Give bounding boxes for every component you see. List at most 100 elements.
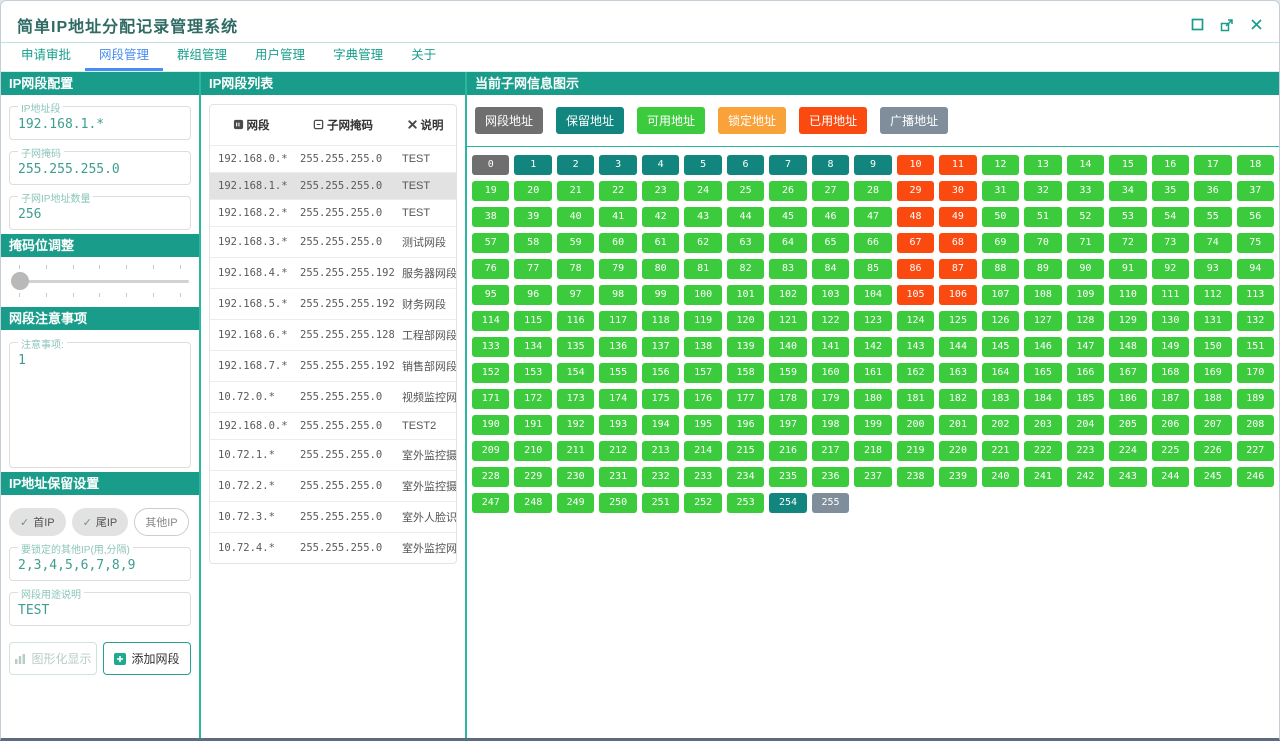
ip-cell-available[interactable]: 89 bbox=[1024, 259, 1061, 279]
ip-cell-available[interactable]: 178 bbox=[769, 389, 806, 409]
ip-cell-available[interactable]: 151 bbox=[1237, 337, 1274, 357]
config-field[interactable]: 子网掩码255.255.255.0 bbox=[9, 151, 191, 185]
ip-cell-available[interactable]: 225 bbox=[1152, 441, 1189, 461]
ip-cell-available[interactable]: 213 bbox=[642, 441, 679, 461]
ip-cell-available[interactable]: 246 bbox=[1237, 467, 1274, 487]
ip-cell-available[interactable]: 249 bbox=[557, 493, 594, 513]
ip-cell-available[interactable]: 168 bbox=[1152, 363, 1189, 383]
config-field[interactable]: IP地址段192.168.1.* bbox=[9, 106, 191, 140]
ip-cell-available[interactable]: 63 bbox=[727, 233, 764, 253]
segment-row[interactable]: 192.168.2.*255.255.255.0TEST bbox=[210, 200, 456, 227]
ip-cell-available[interactable]: 222 bbox=[1024, 441, 1061, 461]
ip-cell-available[interactable]: 34 bbox=[1109, 181, 1146, 201]
ip-cell-available[interactable]: 98 bbox=[599, 285, 636, 305]
segment-row[interactable]: 192.168.0.*255.255.255.0TEST bbox=[210, 146, 456, 173]
ip-cell-used[interactable]: 49 bbox=[939, 207, 976, 227]
ip-cell-available[interactable]: 84 bbox=[812, 259, 849, 279]
field-value[interactable]: 1 bbox=[18, 353, 182, 461]
reserve-chip[interactable]: 其他IP bbox=[134, 508, 188, 536]
ip-cell-available[interactable]: 207 bbox=[1194, 415, 1231, 435]
ip-cell-network[interactable]: 0 bbox=[472, 155, 509, 175]
ip-cell-available[interactable]: 186 bbox=[1109, 389, 1146, 409]
ip-cell-available[interactable]: 23 bbox=[642, 181, 679, 201]
ip-cell-available[interactable]: 53 bbox=[1109, 207, 1146, 227]
ip-cell-available[interactable]: 150 bbox=[1194, 337, 1231, 357]
ip-cell-available[interactable]: 24 bbox=[684, 181, 721, 201]
ip-cell-available[interactable]: 231 bbox=[599, 467, 636, 487]
ip-cell-available[interactable]: 162 bbox=[897, 363, 934, 383]
ip-cell-available[interactable]: 131 bbox=[1194, 311, 1231, 331]
ip-cell-available[interactable]: 159 bbox=[769, 363, 806, 383]
field-value[interactable]: 192.168.1.* bbox=[18, 117, 182, 133]
segment-row[interactable]: 10.72.3.*255.255.255.0室外人脸识别摄像 bbox=[210, 502, 456, 533]
ip-cell-available[interactable]: 31 bbox=[982, 181, 1019, 201]
ip-cell-available[interactable]: 64 bbox=[769, 233, 806, 253]
ip-cell-available[interactable]: 170 bbox=[1237, 363, 1274, 383]
ip-cell-available[interactable]: 91 bbox=[1109, 259, 1146, 279]
tab[interactable]: 申请审批 bbox=[7, 43, 85, 71]
ip-cell-available[interactable]: 160 bbox=[812, 363, 849, 383]
ip-cell-available[interactable]: 111 bbox=[1152, 285, 1189, 305]
ip-cell-available[interactable]: 156 bbox=[642, 363, 679, 383]
ip-cell-broadcast[interactable]: 255 bbox=[812, 493, 849, 513]
tab[interactable]: 字典管理 bbox=[319, 43, 397, 71]
ip-cell-available[interactable]: 33 bbox=[1067, 181, 1104, 201]
ip-cell-available[interactable]: 125 bbox=[939, 311, 976, 331]
ip-cell-available[interactable]: 51 bbox=[1024, 207, 1061, 227]
ip-cell-available[interactable]: 175 bbox=[642, 389, 679, 409]
ip-cell-available[interactable]: 192 bbox=[557, 415, 594, 435]
ip-cell-available[interactable]: 38 bbox=[472, 207, 509, 227]
ip-cell-available[interactable]: 134 bbox=[514, 337, 551, 357]
ip-cell-available[interactable]: 19 bbox=[472, 181, 509, 201]
segment-row[interactable]: 192.168.5.*255.255.255.192财务网段 bbox=[210, 289, 456, 320]
ip-cell-reserved[interactable]: 2 bbox=[557, 155, 594, 175]
ip-cell-available[interactable]: 110 bbox=[1109, 285, 1146, 305]
ip-cell-available[interactable]: 179 bbox=[812, 389, 849, 409]
ip-cell-available[interactable]: 153 bbox=[514, 363, 551, 383]
ip-cell-available[interactable]: 236 bbox=[812, 467, 849, 487]
ip-cell-available[interactable]: 250 bbox=[599, 493, 636, 513]
legend-network[interactable]: 网段地址 bbox=[475, 107, 543, 134]
ip-cell-available[interactable]: 52 bbox=[1067, 207, 1104, 227]
ip-cell-available[interactable]: 223 bbox=[1067, 441, 1104, 461]
ip-cell-available[interactable]: 58 bbox=[514, 233, 551, 253]
ip-cell-available[interactable]: 88 bbox=[982, 259, 1019, 279]
ip-cell-available[interactable]: 60 bbox=[599, 233, 636, 253]
field-value[interactable]: 255.255.255.0 bbox=[18, 162, 182, 178]
ip-cell-available[interactable]: 183 bbox=[982, 389, 1019, 409]
ip-cell-available[interactable]: 101 bbox=[727, 285, 764, 305]
field-value[interactable]: TEST bbox=[18, 603, 182, 619]
ip-cell-available[interactable]: 235 bbox=[769, 467, 806, 487]
ip-cell-available[interactable]: 69 bbox=[982, 233, 1019, 253]
locked-ips-field[interactable]: 要锁定的其他IP(用,分隔) 2,3,4,5,6,7,8,9 bbox=[9, 547, 191, 581]
ip-cell-used[interactable]: 30 bbox=[939, 181, 976, 201]
notes-field[interactable]: 注意事项: 1 bbox=[9, 342, 191, 468]
ip-cell-available[interactable]: 100 bbox=[684, 285, 721, 305]
ip-cell-available[interactable]: 108 bbox=[1024, 285, 1061, 305]
ip-cell-available[interactable]: 59 bbox=[557, 233, 594, 253]
ip-cell-available[interactable]: 119 bbox=[684, 311, 721, 331]
ip-cell-available[interactable]: 191 bbox=[514, 415, 551, 435]
ip-cell-available[interactable]: 92 bbox=[1152, 259, 1189, 279]
slider-track[interactable] bbox=[11, 280, 189, 283]
ip-cell-available[interactable]: 82 bbox=[727, 259, 764, 279]
ip-cell-available[interactable]: 205 bbox=[1109, 415, 1146, 435]
ip-cell-available[interactable]: 211 bbox=[557, 441, 594, 461]
ip-cell-available[interactable]: 76 bbox=[472, 259, 509, 279]
reserve-chip[interactable]: ✓首IP bbox=[9, 508, 66, 536]
segment-row[interactable]: 192.168.6.*255.255.255.128工程部网段 bbox=[210, 320, 456, 351]
ip-cell-available[interactable]: 85 bbox=[854, 259, 891, 279]
ip-cell-available[interactable]: 204 bbox=[1067, 415, 1104, 435]
ip-cell-available[interactable]: 242 bbox=[1067, 467, 1104, 487]
ip-cell-available[interactable]: 212 bbox=[599, 441, 636, 461]
legend-reserved[interactable]: 保留地址 bbox=[556, 107, 624, 134]
ip-cell-reserved[interactable]: 8 bbox=[812, 155, 849, 175]
ip-cell-used[interactable]: 10 bbox=[897, 155, 934, 175]
ip-cell-used[interactable]: 29 bbox=[897, 181, 934, 201]
ip-cell-available[interactable]: 133 bbox=[472, 337, 509, 357]
ip-cell-used[interactable]: 86 bbox=[897, 259, 934, 279]
ip-cell-available[interactable]: 243 bbox=[1109, 467, 1146, 487]
ip-cell-available[interactable]: 39 bbox=[514, 207, 551, 227]
ip-cell-available[interactable]: 173 bbox=[557, 389, 594, 409]
ip-cell-available[interactable]: 128 bbox=[1067, 311, 1104, 331]
